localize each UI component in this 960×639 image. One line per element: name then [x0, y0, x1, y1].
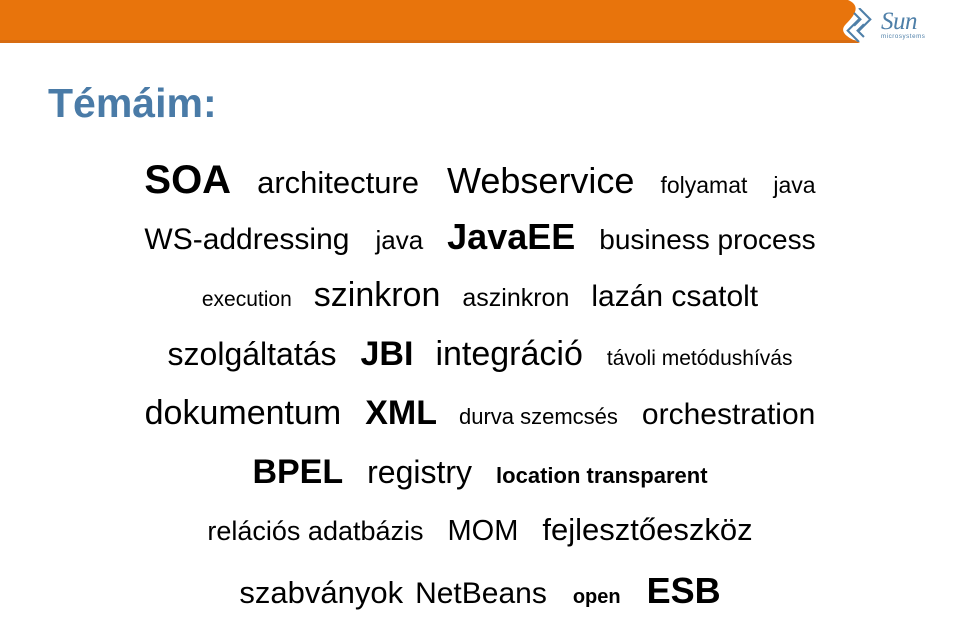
word-cloud-term: open: [572, 586, 621, 608]
word-cloud-term: szinkron: [313, 276, 441, 314]
word-cloud-term: szabványok: [239, 575, 404, 610]
word-cloud-row: szabványok NetBeans open ESB: [30, 573, 930, 632]
word-cloud-term: WS-addressing: [144, 223, 350, 256]
word-cloud-row: dokumentum XML durva szemcsés orchestration: [30, 396, 930, 455]
word-cloud-term: architecture: [257, 165, 420, 200]
word-cloud-term: MOM: [447, 515, 519, 547]
sun-tagline-text: microsystems: [881, 33, 926, 41]
word-cloud-term: XML: [365, 394, 437, 432]
word-cloud-term: távoli metódushívás: [606, 347, 793, 370]
word-cloud: SOA architecture Webservice folyamat java WS-…: [0, 160, 960, 632]
header-banner: [0, 0, 960, 48]
word-cloud-term: JavaEE: [447, 216, 576, 257]
word-cloud-term: location transparent: [496, 463, 708, 488]
word-cloud-term: Webservice: [447, 160, 635, 201]
word-cloud-row: execution szinkron aszinkron lazán csatolt: [30, 278, 930, 337]
word-cloud-term: relációs adatbázis: [207, 516, 424, 546]
word-cloud-term: aszinkron: [462, 284, 570, 312]
word-cloud-term: szolgáltatás: [167, 336, 337, 372]
word-cloud-term: SOA: [144, 158, 232, 202]
page-title: Témáim:: [48, 80, 217, 126]
word-cloud-term: integráció: [435, 335, 583, 373]
word-cloud-term: durva szemcsés: [458, 404, 618, 429]
word-cloud-term: NetBeans: [415, 577, 547, 610]
word-cloud-row: BPEL registry location transparent: [30, 455, 930, 514]
word-cloud-term: fejlesztőeszköz: [542, 512, 753, 547]
word-cloud-term: ESB: [646, 570, 721, 611]
word-cloud-row: SOA architecture Webservice folyamat java: [30, 160, 930, 219]
sun-wordmark: Sun microsystems: [881, 7, 926, 41]
word-cloud-row: WS-addressing java JavaEE business process: [30, 219, 930, 278]
word-cloud-term: dokumentum: [144, 394, 342, 432]
word-cloud-term: JBI: [360, 335, 414, 373]
sun-microsystems-logo: Sun microsystems: [842, 5, 946, 45]
word-cloud-term: java: [375, 225, 424, 255]
sun-wordmark-text: Sun: [881, 7, 918, 35]
sun-diamond-logo-icon: [842, 7, 876, 43]
word-cloud-term: java: [773, 172, 816, 198]
word-cloud-term: BPEL: [252, 453, 344, 491]
word-cloud-term: execution: [201, 288, 292, 311]
word-cloud-term: registry: [367, 454, 473, 490]
word-cloud-term: folyamat: [660, 172, 748, 198]
word-cloud-term: lazán csatolt: [591, 280, 759, 313]
word-cloud-row: relációs adatbázis MOM fejlesztőeszköz: [30, 514, 930, 573]
word-cloud-term: business process: [599, 224, 816, 255]
word-cloud-row: szolgáltatás JBI integráció távoli metódush…: [30, 337, 930, 396]
word-cloud-term: orchestration: [641, 398, 816, 431]
